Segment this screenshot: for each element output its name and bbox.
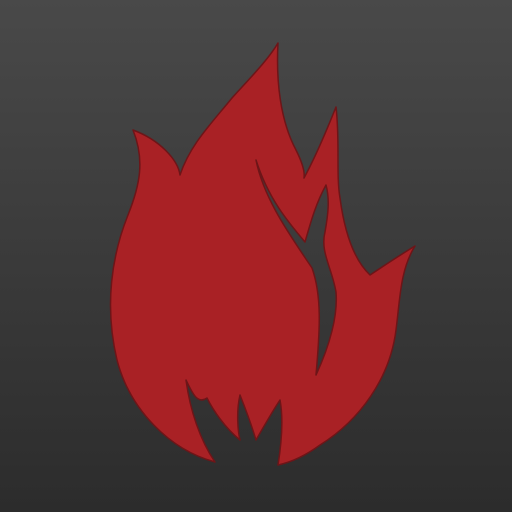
app-icon-tile xyxy=(0,0,512,512)
flame-icon xyxy=(109,42,416,466)
flame-shape xyxy=(109,42,416,466)
